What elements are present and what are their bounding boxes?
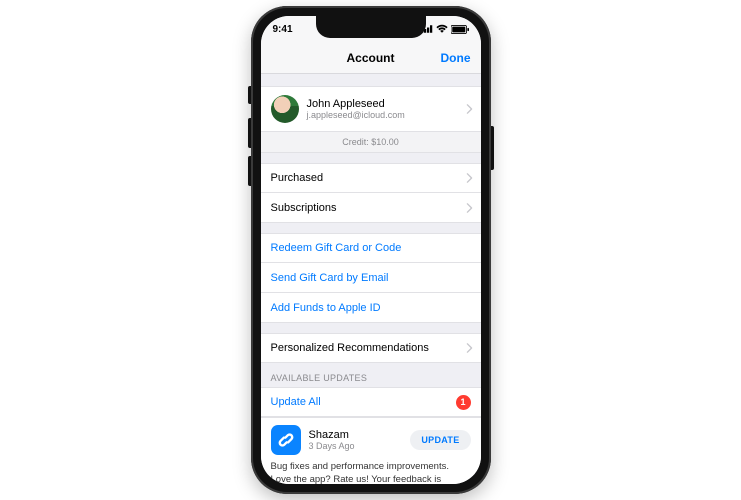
user-name: John Appleseed [307, 98, 405, 110]
screen: 9:41 Account Done John Appleseed j.apple… [261, 16, 481, 484]
send-gift-row[interactable]: Send Gift Card by Email [261, 263, 481, 293]
update-all-label: Update All [271, 396, 321, 408]
update-button[interactable]: UPDATE [410, 430, 470, 450]
redeem-row[interactable]: Redeem Gift Card or Code [261, 233, 481, 263]
chevron-right-icon [466, 173, 473, 183]
page-title: Account [347, 51, 395, 65]
app-description: Bug fixes and performance improvements. … [271, 455, 471, 484]
account-row[interactable]: John Appleseed j.appleseed@icloud.com [261, 86, 481, 132]
chevron-right-icon [466, 343, 473, 353]
status-time: 9:41 [273, 24, 293, 35]
avatar [271, 95, 299, 123]
content[interactable]: John Appleseed j.appleseed@icloud.com Cr… [261, 86, 481, 484]
app-name: Shazam [309, 429, 355, 441]
battery-icon [451, 25, 469, 34]
recommendations-row[interactable]: Personalized Recommendations [261, 333, 481, 363]
shazam-icon [271, 425, 301, 455]
notch [316, 16, 426, 38]
subscriptions-row[interactable]: Subscriptions [261, 193, 481, 223]
chevron-right-icon [466, 104, 473, 114]
app-update-row: Shazam 3 Days Ago UPDATE Bug fixes and p… [261, 417, 481, 484]
update-all-row[interactable]: Update All 1 [261, 387, 481, 417]
recommendations-label: Personalized Recommendations [271, 342, 429, 354]
user-email: j.appleseed@icloud.com [307, 110, 405, 120]
nav-bar: Account Done [261, 42, 481, 74]
updates-header: AVAILABLE UPDATES [261, 363, 481, 387]
purchased-label: Purchased [271, 172, 324, 184]
redeem-label: Redeem Gift Card or Code [271, 242, 402, 254]
chevron-right-icon [466, 203, 473, 213]
add-funds-label: Add Funds to Apple ID [271, 302, 381, 314]
purchased-row[interactable]: Purchased [261, 163, 481, 193]
subscriptions-label: Subscriptions [271, 202, 337, 214]
add-funds-row[interactable]: Add Funds to Apple ID [261, 293, 481, 323]
done-button[interactable]: Done [441, 51, 471, 65]
app-date: 3 Days Ago [309, 441, 355, 451]
updates-badge: 1 [456, 395, 471, 410]
send-gift-label: Send Gift Card by Email [271, 272, 389, 284]
wifi-icon [436, 23, 448, 35]
phone-frame: 9:41 Account Done John Appleseed j.apple… [251, 6, 491, 494]
credit-label: Credit: $10.00 [261, 132, 481, 153]
